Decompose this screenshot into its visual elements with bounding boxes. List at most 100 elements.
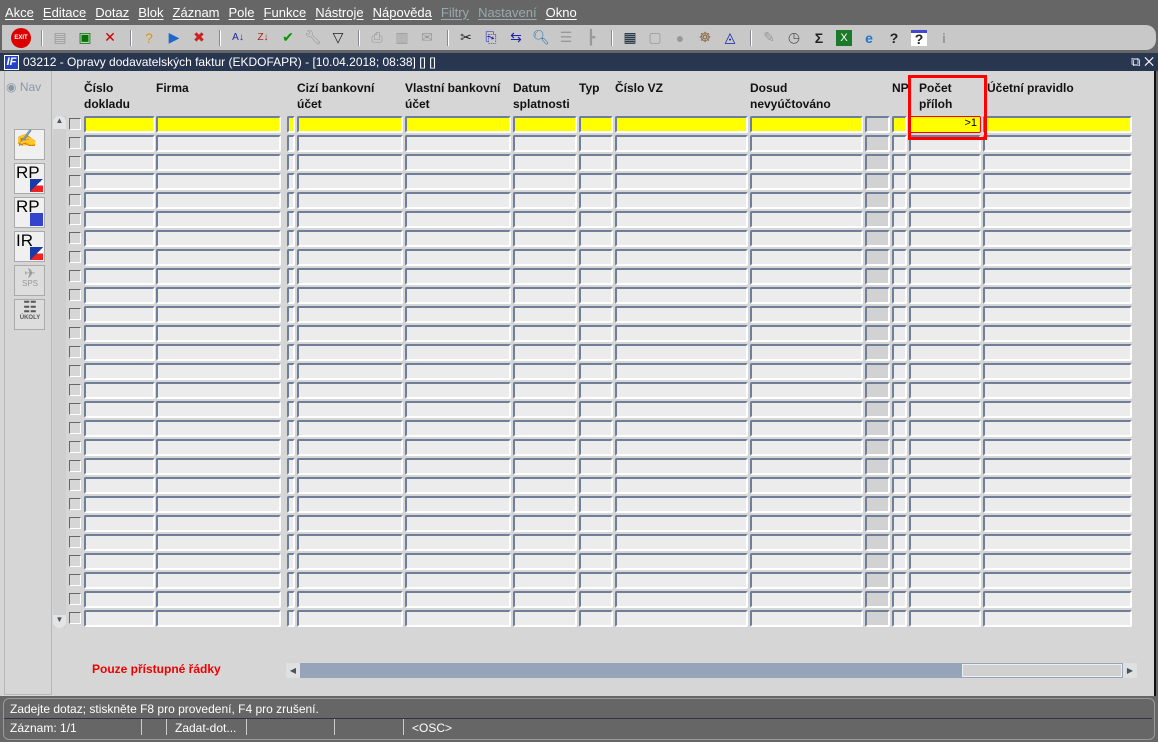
current-row-field[interactable] [865, 116, 890, 133]
cancel-query-icon[interactable]: ✖ [188, 28, 210, 48]
table-cell[interactable] [297, 363, 403, 380]
table-cell[interactable] [405, 154, 511, 171]
table-cell[interactable] [156, 344, 281, 361]
table-cell[interactable] [297, 135, 403, 152]
table-cell[interactable] [865, 591, 890, 608]
table-cell[interactable] [579, 154, 613, 171]
table-cell[interactable] [405, 496, 511, 513]
table-cell[interactable] [983, 344, 1132, 361]
table-cell[interactable] [892, 173, 907, 190]
table-cell[interactable] [579, 306, 613, 323]
table-cell[interactable] [983, 515, 1132, 532]
helm-icon[interactable]: ☸ [694, 28, 716, 48]
table-cell[interactable] [750, 591, 863, 608]
row-select-checkbox[interactable] [69, 156, 81, 168]
menu-11[interactable]: Okno [546, 5, 577, 20]
table-cell[interactable] [865, 325, 890, 342]
table-cell[interactable] [84, 534, 155, 551]
table-cell[interactable] [287, 154, 295, 171]
row-select-checkbox[interactable] [69, 498, 81, 510]
table-cell[interactable] [156, 572, 281, 589]
table-cell[interactable] [615, 211, 748, 228]
menu-1[interactable]: Editace [43, 5, 86, 20]
table-cell[interactable] [865, 249, 890, 266]
table-cell[interactable] [579, 420, 613, 437]
table-cell[interactable] [615, 591, 748, 608]
delete-record-icon[interactable]: ✕ [99, 28, 121, 48]
table-cell[interactable] [909, 363, 981, 380]
table-cell[interactable] [579, 572, 613, 589]
row-select-checkbox[interactable] [69, 479, 81, 491]
table-cell[interactable] [84, 439, 155, 456]
table-cell[interactable] [513, 363, 577, 380]
table-cell[interactable] [156, 325, 281, 342]
table-cell[interactable] [84, 306, 155, 323]
table-cell[interactable] [297, 591, 403, 608]
row-select-checkbox[interactable] [69, 270, 81, 282]
table-cell[interactable] [287, 173, 295, 190]
table-cell[interactable] [513, 610, 577, 627]
menu-3[interactable]: Blok [138, 5, 163, 20]
nav-button-handshake[interactable]: ✍ [14, 129, 45, 160]
table-cell[interactable] [909, 268, 981, 285]
table-cell[interactable] [615, 325, 748, 342]
menu-5[interactable]: Pole [229, 5, 255, 20]
table-cell[interactable] [909, 496, 981, 513]
table-cell[interactable] [615, 401, 748, 418]
table-cell[interactable] [865, 306, 890, 323]
table-cell[interactable] [579, 591, 613, 608]
table-cell[interactable] [84, 249, 155, 266]
table-cell[interactable] [287, 534, 295, 551]
table-cell[interactable] [156, 230, 281, 247]
row-select-checkbox[interactable] [69, 346, 81, 358]
current-row-field[interactable] [983, 116, 1132, 133]
restore-icon[interactable]: ⧉ [1131, 54, 1140, 69]
table-cell[interactable] [909, 173, 981, 190]
table-cell[interactable] [892, 325, 907, 342]
scroll-right-icon[interactable]: ▶ [1123, 663, 1137, 678]
menu-6[interactable]: Funkce [264, 5, 307, 20]
table-cell[interactable] [615, 477, 748, 494]
table-cell[interactable] [513, 344, 577, 361]
table-cell[interactable] [865, 287, 890, 304]
table-cell[interactable] [983, 306, 1132, 323]
table-cell[interactable] [287, 458, 295, 475]
save-icon[interactable]: ▣ [74, 28, 96, 48]
nav-radio[interactable]: ◉ Nav [6, 80, 41, 94]
table-cell[interactable] [983, 401, 1132, 418]
table-cell[interactable] [297, 553, 403, 570]
table-cell[interactable] [287, 192, 295, 209]
table-cell[interactable] [513, 477, 577, 494]
table-cell[interactable] [865, 496, 890, 513]
table-cell[interactable] [84, 344, 155, 361]
table-cell[interactable] [513, 553, 577, 570]
table-cell[interactable] [615, 363, 748, 380]
table-cell[interactable] [579, 515, 613, 532]
table-cell[interactable] [983, 591, 1132, 608]
table-cell[interactable] [84, 591, 155, 608]
table-cell[interactable] [297, 610, 403, 627]
table-cell[interactable] [615, 154, 748, 171]
table-cell[interactable] [892, 420, 907, 437]
table-cell[interactable] [405, 553, 511, 570]
table-cell[interactable] [579, 268, 613, 285]
table-cell[interactable] [892, 230, 907, 247]
table-cell[interactable] [615, 572, 748, 589]
table-cell[interactable] [579, 382, 613, 399]
table-cell[interactable] [287, 287, 295, 304]
table-cell[interactable] [513, 211, 577, 228]
row-select-checkbox[interactable] [69, 137, 81, 149]
table-cell[interactable] [405, 363, 511, 380]
table-cell[interactable] [287, 496, 295, 513]
table-cell[interactable] [405, 325, 511, 342]
table-cell[interactable] [892, 363, 907, 380]
sort-desc-icon[interactable]: Z↓ [252, 28, 274, 48]
table-cell[interactable] [615, 173, 748, 190]
exit-button[interactable]: EXIT [10, 27, 32, 48]
current-row-field[interactable] [405, 116, 511, 133]
table-cell[interactable] [750, 515, 863, 532]
table-cell[interactable] [909, 287, 981, 304]
table-cell[interactable] [983, 382, 1132, 399]
table-cell[interactable] [909, 458, 981, 475]
table-cell[interactable] [405, 382, 511, 399]
